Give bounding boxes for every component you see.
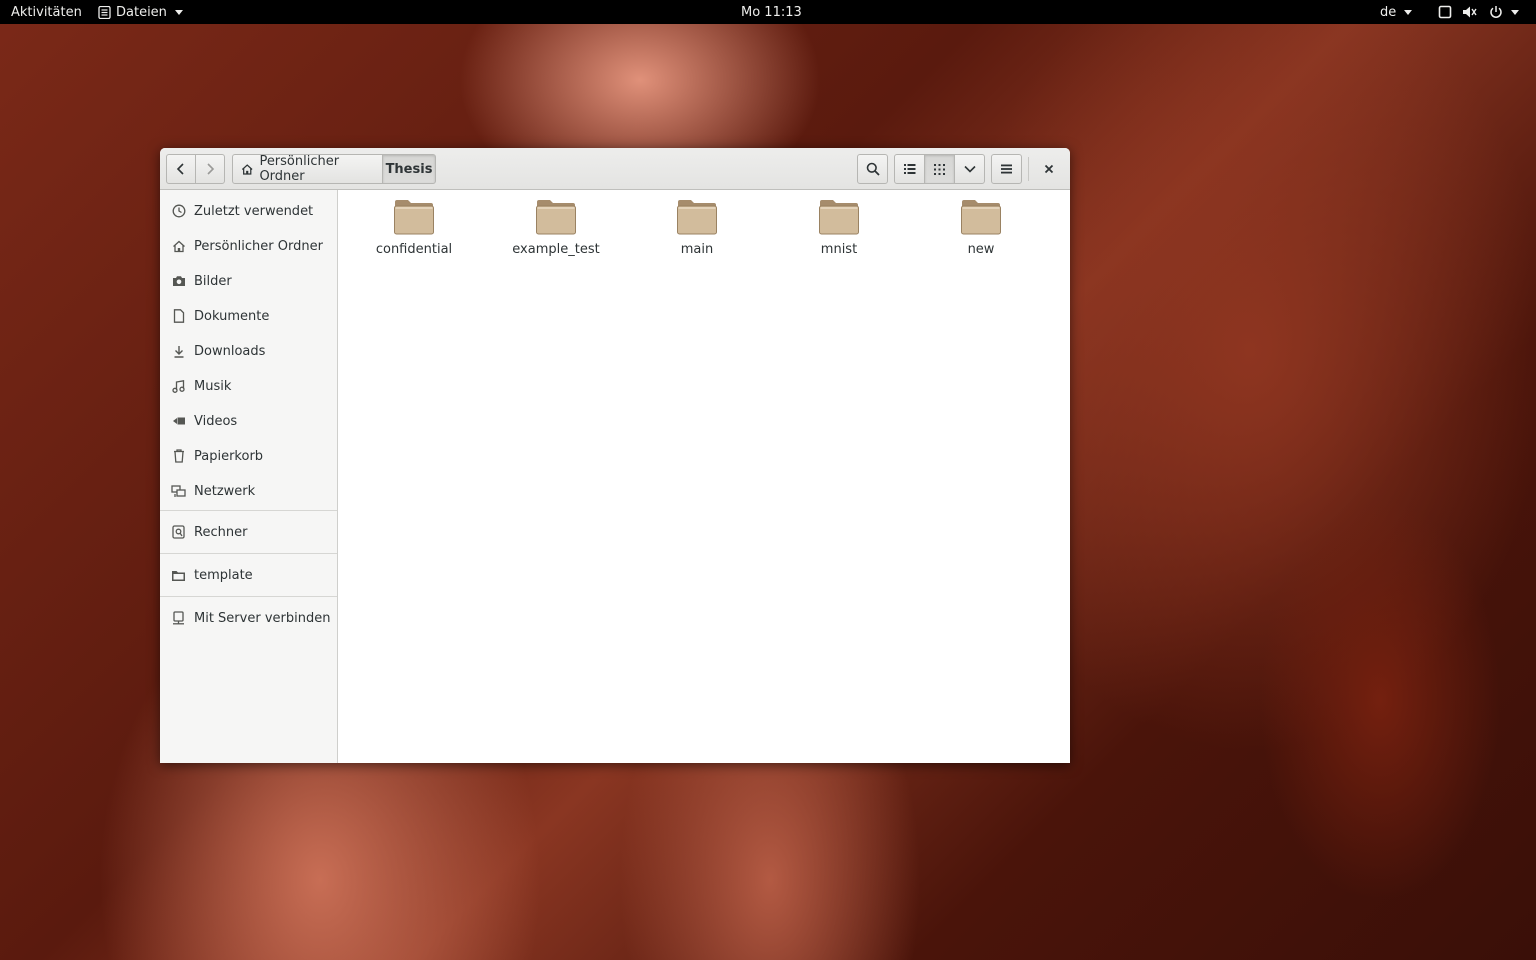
- grid-view-icon: [934, 163, 945, 175]
- sidebar-item-connect-server[interactable]: Mit Server verbinden: [160, 603, 337, 633]
- sidebar: Zuletzt verwendet Persönlicher Ordner Bi…: [160, 190, 338, 763]
- sidebar-item-label: Zuletzt verwendet: [194, 203, 314, 219]
- view-options-button[interactable]: [954, 154, 985, 184]
- file-view: confidential example_test main mnist new: [338, 190, 1070, 763]
- sidebar-item-network[interactable]: Netzwerk: [160, 476, 337, 506]
- header-bar: Persönlicher Ordner Thesis: [160, 148, 1070, 190]
- sidebar-item-label: Netzwerk: [194, 483, 256, 499]
- folder-name: mnist: [820, 242, 858, 257]
- clock-icon: [171, 204, 186, 219]
- home-icon: [241, 163, 253, 175]
- app-menu-label: Dateien: [116, 4, 167, 20]
- list-view-icon: [903, 164, 915, 174]
- document-icon: [171, 309, 186, 324]
- sidebar-item-trash[interactable]: Papierkorb: [160, 441, 337, 471]
- sidebar-item-home[interactable]: Persönlicher Ordner: [160, 231, 337, 261]
- folder-icon: [536, 200, 576, 235]
- folder-item[interactable]: confidential: [354, 198, 474, 268]
- forward-button[interactable]: [195, 154, 225, 184]
- sidebar-item-computer[interactable]: Rechner: [160, 517, 337, 547]
- download-icon: [171, 344, 186, 359]
- folder-icon: [394, 200, 434, 235]
- activities-label: Aktivitäten: [11, 4, 82, 20]
- sidebar-item-label: Downloads: [194, 343, 266, 359]
- folder-name: main: [680, 242, 714, 257]
- sidebar-item-label: Rechner: [194, 524, 248, 540]
- keyboard-layout-label: de: [1380, 4, 1397, 20]
- camera-icon: [171, 274, 186, 289]
- sidebar-item-label: Mit Server verbinden: [194, 610, 331, 626]
- folder-item[interactable]: new: [921, 198, 1041, 268]
- folder-item[interactable]: main: [637, 198, 757, 268]
- folder-icon: [819, 200, 859, 235]
- folder-item[interactable]: mnist: [779, 198, 899, 268]
- header-separator: [1028, 157, 1029, 181]
- clock-button[interactable]: Mo 11:13: [741, 0, 802, 24]
- grid-view-button[interactable]: [924, 154, 955, 184]
- breadcrumb-home[interactable]: Persönlicher Ordner: [232, 154, 383, 184]
- sidebar-item-label: Bilder: [194, 273, 232, 289]
- breadcrumb-current[interactable]: Thesis: [382, 154, 436, 184]
- window-indicator-icon[interactable]: [1438, 0, 1452, 24]
- back-button[interactable]: [166, 154, 196, 184]
- sidebar-separator: [160, 553, 337, 554]
- chevron-down-icon: [1404, 9, 1413, 15]
- sidebar-item-label: template: [194, 567, 253, 583]
- chevron-left-icon: [176, 163, 184, 175]
- sidebar-item-downloads[interactable]: Downloads: [160, 336, 337, 366]
- folder-name: confidential: [375, 242, 453, 257]
- sidebar-item-label: Persönlicher Ordner: [194, 238, 323, 254]
- sidebar-separator: [160, 510, 337, 511]
- folder-name: example_test: [512, 242, 600, 257]
- power-icon[interactable]: [1489, 0, 1519, 24]
- activities-button[interactable]: Aktivitäten: [11, 0, 82, 24]
- sidebar-item-label: Videos: [194, 413, 238, 429]
- music-icon: [171, 379, 186, 394]
- list-view-button[interactable]: [894, 154, 925, 184]
- sidebar-item-pictures[interactable]: Bilder: [160, 266, 337, 296]
- hamburger-menu-icon: [1001, 164, 1012, 174]
- sidebar-item-music[interactable]: Musik: [160, 371, 337, 401]
- app-menu-button[interactable]: Dateien: [98, 0, 183, 24]
- search-icon: [866, 162, 880, 176]
- close-icon: [1044, 164, 1054, 174]
- sidebar-item-label: Musik: [194, 378, 232, 394]
- chevron-down-icon: [963, 165, 976, 173]
- breadcrumb-current-label: Thesis: [385, 161, 433, 177]
- clock-label: Mo 11:13: [741, 4, 802, 20]
- keyboard-layout-button[interactable]: de: [1380, 0, 1413, 24]
- folder-item[interactable]: example_test: [496, 198, 616, 268]
- network-icon: [171, 484, 186, 499]
- sidebar-item-label: Papierkorb: [194, 448, 264, 464]
- volume-icon[interactable]: [1462, 0, 1478, 24]
- folder-icon: [677, 200, 717, 235]
- sidebar-item-label: Dokumente: [194, 308, 270, 324]
- folder-icon: [171, 568, 186, 583]
- sidebar-item-template[interactable]: template: [160, 560, 337, 590]
- chevron-right-icon: [207, 163, 215, 175]
- folder-icon: [961, 200, 1001, 235]
- sidebar-item-recent[interactable]: Zuletzt verwendet: [160, 196, 337, 226]
- chevron-down-icon: [1511, 9, 1519, 15]
- close-window-button[interactable]: [1036, 157, 1062, 181]
- sidebar-item-documents[interactable]: Dokumente: [160, 301, 337, 331]
- home-icon: [171, 239, 186, 254]
- computer-icon: [171, 525, 186, 540]
- files-app-icon: [98, 5, 111, 19]
- trash-icon: [171, 449, 186, 464]
- sidebar-separator: [160, 596, 337, 597]
- top-bar: Aktivitäten Dateien Mo 11:13 de: [0, 0, 1536, 24]
- breadcrumb-home-label: Persönlicher Ordner: [259, 154, 340, 184]
- folder-name: new: [967, 242, 995, 257]
- server-icon: [171, 611, 186, 626]
- video-icon: [171, 414, 186, 429]
- menu-button[interactable]: [991, 154, 1022, 184]
- file-manager-window: Persönlicher Ordner Thesis Zuletzt verwe…: [160, 148, 1070, 763]
- sidebar-item-videos[interactable]: Videos: [160, 406, 337, 436]
- search-button[interactable]: [857, 154, 888, 184]
- chevron-down-icon: [174, 9, 183, 15]
